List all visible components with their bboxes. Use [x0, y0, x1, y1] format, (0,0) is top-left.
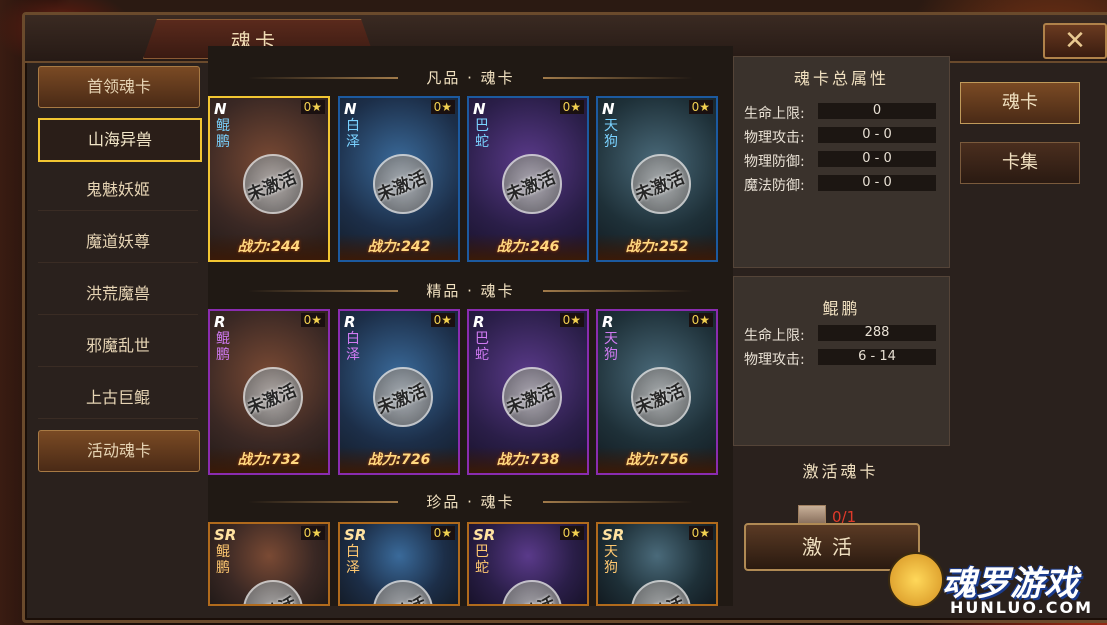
stat-label: 物理攻击:	[744, 130, 805, 146]
soul-card[interactable]: R 0★ 天狗 未激活 战力:756	[596, 309, 718, 475]
card-stars: 0★	[430, 313, 455, 327]
soul-card[interactable]: R 0★ 鲲鹏 未激活 战力:732	[208, 309, 330, 475]
soul-card[interactable]: N 0★ 天狗 未激活 战力:252	[596, 96, 718, 262]
tab-soul-card[interactable]: 魂卡	[960, 82, 1080, 124]
section-title-fine: 精品 · 魂卡	[208, 279, 733, 303]
tab-card-collection[interactable]: 卡集	[960, 142, 1080, 184]
card-grade: R	[602, 313, 614, 331]
card-name: 天狗	[604, 118, 618, 150]
card-stars: 0★	[688, 100, 713, 114]
card-name: 白泽	[346, 331, 360, 363]
stat-row: 生命上限: 0	[744, 103, 936, 122]
card-power: 战力:726	[340, 447, 458, 473]
stat-label: 物理防御:	[744, 154, 805, 170]
stat-label: 生命上限:	[744, 328, 805, 344]
card-grade: R	[473, 313, 485, 331]
card-grade: SR	[344, 526, 367, 544]
nav-item-guimei[interactable]: 鬼魅妖姬	[38, 170, 198, 211]
stat-row: 物理攻击: 0 - 0	[744, 127, 936, 146]
close-button[interactable]: ✕	[1043, 23, 1107, 59]
stat-value: 0 - 0	[818, 175, 936, 191]
card-stars: 0★	[559, 313, 584, 327]
card-name: 巴蛇	[475, 544, 489, 576]
stat-value: 0 - 0	[818, 127, 936, 143]
card-grade: N	[602, 100, 615, 118]
soul-card[interactable]: N 0★ 巴蛇 未激活 战力:246	[467, 96, 589, 262]
nav-header-boss-cards[interactable]: 首领魂卡	[38, 66, 200, 108]
card-grade: N	[473, 100, 486, 118]
soul-card[interactable]: N 0★ 白泽 未激活 战力:242	[338, 96, 460, 262]
close-icon: ✕	[1064, 26, 1086, 56]
total-stats-box: 魂卡总属性 生命上限: 0 物理攻击: 0 - 0 物理防御: 0 - 0 魔法防御:…	[733, 56, 950, 268]
card-stars: 0★	[430, 100, 455, 114]
soul-card[interactable]: SR0★巴蛇未激活	[467, 522, 589, 606]
card-grade: N	[344, 100, 357, 118]
hunluo-logo: 魂罗游戏 HUNLUO.COM	[888, 552, 1103, 622]
section-title-common: 凡品 · 魂卡	[208, 66, 733, 90]
card-grade: N	[214, 100, 227, 118]
card-name: 鲲鹏	[216, 544, 230, 576]
card-name: 鲲鹏	[216, 331, 230, 363]
nav-item-honghuang[interactable]: 洪荒魔兽	[38, 274, 198, 315]
nav-item-modao[interactable]: 魔道妖尊	[38, 222, 198, 263]
card-grade: SR	[473, 526, 496, 544]
card-power: 战力:738	[469, 447, 587, 473]
stat-row: 生命上限: 288	[744, 325, 936, 344]
nav-item-shanggu[interactable]: 上古巨鲲	[38, 378, 198, 419]
card-grade: R	[214, 313, 226, 331]
logo-subtext: HUNLUO.COM	[950, 598, 1093, 617]
card-grid-area: 凡品 · 魂卡 精品 · 魂卡 珍品 · 魂卡 N 0★ 鲲鹏 未激活 战力:244 N 0…	[208, 46, 733, 606]
stat-label: 魔法防御:	[744, 178, 805, 194]
nav-item-xiemo[interactable]: 邪魔乱世	[38, 326, 198, 367]
card-name: 巴蛇	[475, 331, 489, 363]
soul-card[interactable]: SR0★白泽未激活	[338, 522, 460, 606]
card-name: 巴蛇	[475, 118, 489, 150]
card-power: 战力:244	[210, 234, 328, 260]
mascot-icon	[888, 552, 944, 608]
soul-card[interactable]: R 0★ 巴蛇 未激活 战力:738	[467, 309, 589, 475]
stat-row: 物理防御: 0 - 0	[744, 151, 936, 170]
card-grade: R	[344, 313, 356, 331]
nav-header-event-cards[interactable]: 活动魂卡	[38, 430, 200, 472]
stat-value: 0 - 0	[818, 151, 936, 167]
category-nav: 首领魂卡 山海异兽 鬼魅妖姬 魔道妖尊 洪荒魔兽 邪魔乱世 上古巨鲲 活动魂卡	[36, 46, 202, 606]
card-stars: 0★	[688, 313, 713, 327]
card-power: 战力:242	[340, 234, 458, 260]
stat-label: 生命上限:	[744, 106, 805, 122]
card-name: 白泽	[346, 118, 360, 150]
selected-card-box: 鲲鹏 生命上限: 288 物理攻击: 6 - 14	[733, 276, 950, 446]
stat-row: 物理攻击: 6 - 14	[744, 349, 936, 368]
card-grade: SR	[214, 526, 237, 544]
total-stats-title: 魂卡总属性	[793, 69, 889, 88]
card-name: 天狗	[604, 544, 618, 576]
card-stars: 0★	[300, 100, 325, 114]
section-title-rare: 珍品 · 魂卡	[208, 490, 733, 514]
card-power: 战力:756	[598, 447, 716, 473]
soul-card[interactable]: SR0★天狗未激活	[596, 522, 718, 606]
card-name: 天狗	[604, 331, 618, 363]
card-stars: 0★	[300, 526, 325, 540]
stat-value: 6 - 14	[818, 349, 936, 365]
card-stars: 0★	[559, 526, 584, 540]
card-power: 战力:246	[469, 234, 587, 260]
soul-card[interactable]: N 0★ 鲲鹏 未激活 战力:244	[208, 96, 330, 262]
soul-card[interactable]: SR0★鲲鹏未激活	[208, 522, 330, 606]
card-grade: SR	[602, 526, 625, 544]
soul-card[interactable]: R 0★ 白泽 未激活 战力:726	[338, 309, 460, 475]
card-name: 白泽	[346, 544, 360, 576]
stat-value: 0	[818, 103, 936, 119]
card-stars: 0★	[688, 526, 713, 540]
card-stars: 0★	[430, 526, 455, 540]
activate-title: 激活魂卡	[802, 462, 879, 481]
card-stars: 0★	[300, 313, 325, 327]
stat-value: 288	[818, 325, 936, 341]
stat-row: 魔法防御: 0 - 0	[744, 175, 936, 194]
stat-label: 物理攻击:	[744, 352, 805, 368]
nav-item-shanhai[interactable]: 山海异兽	[38, 118, 202, 162]
card-name: 鲲鹏	[216, 118, 230, 150]
card-power: 战力:732	[210, 447, 328, 473]
selected-card-name: 鲲鹏	[822, 299, 861, 318]
card-power: 战力:252	[598, 234, 716, 260]
card-stars: 0★	[559, 100, 584, 114]
